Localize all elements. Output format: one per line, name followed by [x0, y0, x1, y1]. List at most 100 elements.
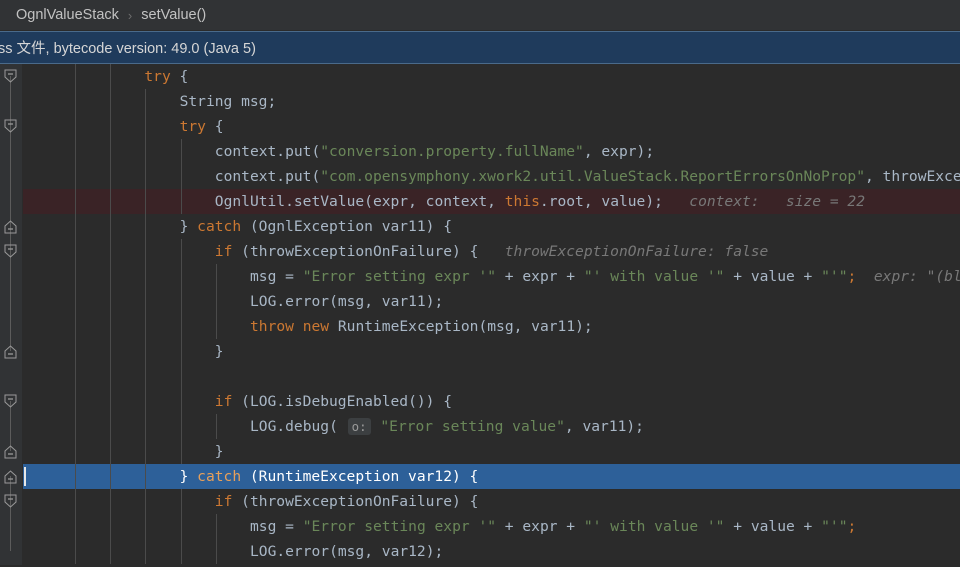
code-line[interactable]: try { [22, 114, 960, 139]
code-token: "' with value '" [583, 518, 725, 535]
fold-marker-collapse[interactable] [3, 119, 18, 134]
code-line[interactable] [22, 364, 960, 389]
code-token: "com.opensymphony.xwork2.util.ValueStack… [320, 168, 865, 185]
code-line[interactable]: LOG.error(msg, var11); [22, 289, 960, 314]
code-token: ; [847, 518, 857, 535]
fold-marker-region-end[interactable] [3, 469, 18, 484]
editor-area[interactable]: try {String msg; try {context.put("conver… [0, 64, 960, 565]
code-line[interactable]: msg = "Error setting expr '" + expr + "'… [22, 514, 960, 539]
code-line-text: } [22, 439, 224, 464]
code-token: ; [847, 268, 857, 285]
code-line-text: msg = "Error setting expr '" + expr + "'… [22, 514, 856, 539]
code-token: "' with value '" [583, 268, 725, 285]
code-line-text: try { [22, 114, 224, 139]
code-line[interactable]: LOG.error(msg, var12); [22, 539, 960, 564]
fold-marker-region-end[interactable] [3, 219, 18, 234]
code-line[interactable]: String msg; [22, 89, 960, 114]
editor-gutter[interactable] [0, 64, 23, 565]
code-token: + expr + [496, 518, 584, 535]
code-line[interactable]: context.put("com.opensymphony.xwork2.uti… [22, 164, 960, 189]
code-line-text: String msg; [22, 89, 277, 114]
fold-region-rail [10, 126, 11, 351]
code-token: { [205, 118, 224, 135]
code-token: "'" [821, 268, 848, 285]
code-token: catch [197, 218, 242, 235]
code-token: + expr + [496, 268, 584, 285]
breadcrumb-item-method[interactable]: setValue() [141, 7, 206, 23]
code-token: } [179, 218, 198, 235]
code-line-text: throw new RuntimeException(msg, var11); [22, 314, 593, 339]
code-token: } [214, 443, 224, 460]
code-line-text: if (LOG.isDebugEnabled()) { [22, 389, 452, 414]
code-line-text: context.put("conversion.property.fullNam… [22, 139, 654, 164]
code-token: , throwExceptio [864, 168, 960, 185]
code-line[interactable]: LOG.debug( o: "Error setting value", var… [22, 414, 960, 439]
code-line-text: LOG.error(msg, var11); [22, 289, 443, 314]
code-token: msg = [250, 268, 303, 285]
code-token: new [302, 318, 330, 335]
code-line[interactable]: if (throwExceptionOnFailure) { throwExce… [22, 239, 960, 264]
code-token: (RuntimeException var12) { [241, 468, 479, 485]
inline-debug-hint[interactable]: throwExceptionOnFailure: false [478, 243, 769, 260]
code-line[interactable]: if (throwExceptionOnFailure) { [22, 489, 960, 514]
code-line[interactable]: msg = "Error setting expr '" + expr + "'… [22, 264, 960, 289]
code-line[interactable]: } catch (RuntimeException var12) { [22, 464, 960, 489]
text-caret [24, 467, 26, 486]
code-token: (LOG.isDebugEnabled()) { [232, 393, 453, 410]
fold-marker-region-end[interactable] [3, 344, 18, 359]
breadcrumb-item-class[interactable]: OgnlValueStack [16, 7, 119, 23]
code-token: msg = [250, 518, 303, 535]
breadcrumb[interactable]: OgnlValueStack › setValue() [0, 0, 960, 31]
fold-marker-collapse[interactable] [3, 494, 18, 509]
indent-guide [180, 364, 182, 389]
code-token: + value + [724, 518, 822, 535]
code-line-text: try { [22, 64, 188, 89]
fold-marker-region-end[interactable] [3, 444, 18, 459]
code-line-text: LOG.error(msg, var12); [22, 539, 443, 564]
code-line[interactable]: } [22, 439, 960, 464]
code-line[interactable]: throw new RuntimeException(msg, var11); [22, 314, 960, 339]
code-token: , var11); [564, 418, 644, 435]
code-line-text: context.put("com.opensymphony.xwork2.uti… [22, 164, 960, 189]
code-token: OgnlUtil.setValue(expr, context, [214, 193, 505, 210]
indent-guide [75, 364, 76, 389]
code-token: if [214, 493, 233, 510]
inline-debug-hint[interactable]: expr: "(bla)(b [856, 268, 960, 285]
code-line[interactable]: try { [22, 64, 960, 89]
code-token: (throwExceptionOnFailure) { [232, 243, 479, 260]
inline-debug-hint[interactable]: context: size = 22 [663, 193, 865, 210]
fold-region-rail [10, 476, 11, 551]
code-token: try [144, 68, 171, 85]
fold-marker-collapse[interactable] [3, 394, 18, 409]
code-token: try [179, 118, 206, 135]
code-line-text: } catch (RuntimeException var12) { [22, 464, 479, 489]
indent-guide [110, 364, 112, 389]
code-token: String msg; [179, 93, 277, 110]
code-token: "Error setting expr '" [302, 268, 497, 285]
code-token: , expr); [583, 143, 655, 160]
code-token: if [214, 243, 233, 260]
code-token: } [179, 468, 198, 485]
code-line[interactable]: if (LOG.isDebugEnabled()) { [22, 389, 960, 414]
code-token: "conversion.property.fullName" [320, 143, 584, 160]
code-line[interactable]: context.put("conversion.property.fullNam… [22, 139, 960, 164]
code-token: catch [197, 468, 242, 485]
code-content[interactable]: try {String msg; try {context.put("conver… [22, 64, 960, 565]
code-line[interactable]: } catch (OgnlException var11) { [22, 214, 960, 239]
ide-window: OgnlValueStack › setValue() ss 文件, bytec… [0, 0, 960, 567]
code-line[interactable]: } [22, 339, 960, 364]
indent-guide [145, 364, 147, 389]
code-token: .root, value); [539, 193, 663, 210]
fold-marker-collapse[interactable] [3, 244, 18, 259]
code-line[interactable]: OgnlUtil.setValue(expr, context, this.ro… [22, 189, 960, 214]
code-token: LOG.debug( [250, 418, 347, 435]
code-token: (OgnlException var11) { [241, 218, 452, 235]
code-token: if [214, 393, 233, 410]
bytecode-info-bar[interactable]: ss 文件, bytecode version: 49.0 (Java 5) [0, 31, 960, 64]
code-token: this [504, 193, 540, 210]
chevron-right-icon: › [127, 7, 133, 23]
fold-marker-collapse[interactable] [3, 69, 18, 84]
code-token: + value + [724, 268, 822, 285]
parameter-name-hint[interactable]: o: [347, 418, 371, 435]
